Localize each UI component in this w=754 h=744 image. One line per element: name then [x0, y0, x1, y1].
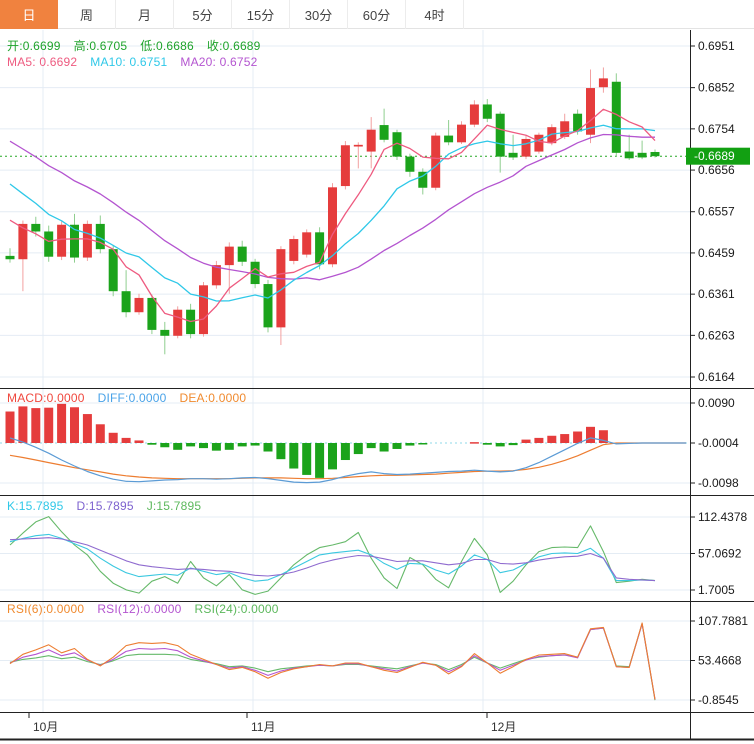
- svg-text:107.7881: 107.7881: [698, 614, 748, 628]
- svg-text:0.6557: 0.6557: [698, 205, 735, 219]
- svg-text:0.6164: 0.6164: [698, 370, 735, 384]
- svg-text:57.0692: 57.0692: [698, 546, 742, 560]
- svg-text:12月: 12月: [491, 720, 516, 734]
- ohlc-legend-item: 开:0.6699: [7, 39, 61, 53]
- candlestick-chart-app: 0.6951 0.6852 0.6754 0.6656 0.6557 0.6459 0.63…: [0, 0, 754, 744]
- ohlc-legend-item: 高:0.6705: [73, 39, 128, 53]
- ohlc-legend-item: 收:0.6689: [206, 39, 261, 53]
- svg-text:112.4378: 112.4378: [698, 510, 747, 524]
- svg-text:10月: 10月: [33, 720, 58, 734]
- svg-text:0.6754: 0.6754: [698, 122, 735, 136]
- svg-text:0.6361: 0.6361: [698, 287, 735, 301]
- svg-text:0.6951: 0.6951: [698, 39, 735, 53]
- svg-text:1.7005: 1.7005: [698, 583, 735, 597]
- svg-text:53.4668: 53.4668: [698, 654, 742, 668]
- timeframe-tab-月[interactable]: 月: [116, 0, 174, 29]
- ohlc-legend-item: 低:0.6686: [140, 39, 194, 53]
- chart-canvas[interactable]: 0.6951 0.6852 0.6754 0.6656 0.6557 0.6459 0.63…: [0, 0, 754, 744]
- timeframe-tab-4时[interactable]: 4时: [406, 0, 464, 29]
- timeframe-tab-日[interactable]: 日: [0, 0, 58, 29]
- ma-legend-item: MA10: 0.6751: [90, 55, 168, 69]
- kdj-legend: K:15.7895 D:15.7895 J:15.7895: [7, 499, 214, 513]
- rsi-legend-item: RSI(24):0.0000: [194, 602, 279, 616]
- svg-text:0.0090: 0.0090: [698, 396, 735, 410]
- ma-legend-item: MA5: 0.6692: [7, 55, 78, 69]
- macd-legend-item: MACD:0.0000: [7, 391, 85, 405]
- ohlc-legend: 开:0.6699 高:0.6705 低:0.6686 收:0.6689: [7, 37, 274, 54]
- kdj-legend-item: D:15.7895: [76, 499, 134, 513]
- svg-text:-0.8545: -0.8545: [698, 693, 739, 707]
- macd-legend-item: DEA:0.0000: [179, 391, 247, 405]
- timeframe-toolbar: 日周月 5分 15分 30分 60分 4时: [0, 0, 754, 29]
- kdj-legend-item: K:15.7895: [7, 499, 64, 513]
- rsi-legend-item: RSI(6):0.0000: [7, 602, 85, 616]
- svg-text:0.6459: 0.6459: [698, 246, 735, 260]
- svg-text:0.6656: 0.6656: [698, 163, 735, 177]
- ma-legend-item: MA20: 0.6752: [180, 55, 258, 69]
- svg-text:-0.0098: -0.0098: [698, 476, 739, 490]
- svg-text:0.6263: 0.6263: [698, 328, 735, 342]
- rsi-legend-item: RSI(12):0.0000: [97, 602, 182, 616]
- timeframe-tab-30分[interactable]: 30分: [290, 0, 348, 29]
- svg-text:0.6852: 0.6852: [698, 81, 735, 95]
- timeframe-tab-周[interactable]: 周: [58, 0, 116, 29]
- kdj-legend-item: J:15.7895: [146, 499, 202, 513]
- svg-text:11月: 11月: [251, 720, 275, 734]
- timeframe-tab-15分[interactable]: 15分: [232, 0, 290, 29]
- ma-legend: MA5: 0.6692 MA10: 0.6751 MA20: 0.6752: [7, 55, 271, 69]
- svg-text:-0.0004: -0.0004: [698, 436, 739, 450]
- rsi-legend: RSI(6):0.0000 RSI(12):0.0000 RSI(24):0.000…: [7, 602, 292, 616]
- macd-legend-item: DIFF:0.0000: [97, 391, 167, 405]
- svg-text:-0.6689: -0.6689: [694, 149, 735, 163]
- macd-legend: MACD:0.0000 DIFF:0.0000 DEA:0.0000: [7, 391, 259, 405]
- timeframe-tab-5分[interactable]: 5分: [174, 0, 232, 29]
- timeframe-tab-60分[interactable]: 60分: [348, 0, 406, 29]
